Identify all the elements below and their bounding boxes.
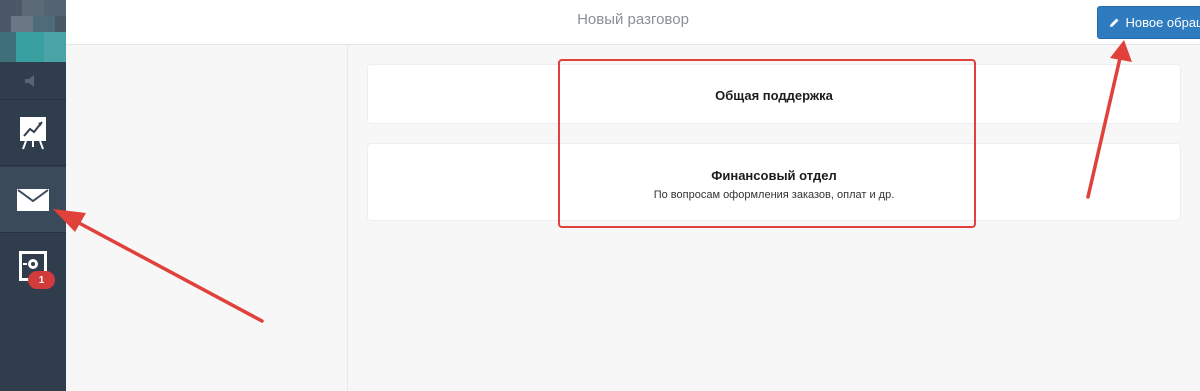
envelope-icon	[17, 188, 49, 211]
app-window: 1 Новый разговор Новое обращение Общая п…	[0, 0, 1200, 391]
volume-toggle[interactable]	[0, 62, 66, 100]
sidebar: 1	[0, 0, 66, 391]
annotation-highlight-box	[558, 59, 976, 228]
sidebar-item-messages[interactable]	[0, 167, 66, 233]
page-title: Новый разговор	[577, 11, 689, 28]
chart-board-icon	[20, 116, 46, 149]
new-request-button[interactable]: Новое обращение	[1097, 6, 1200, 39]
sidebar-item-stats[interactable]	[0, 100, 66, 166]
logo[interactable]	[0, 0, 66, 62]
notification-badge: 1	[28, 271, 55, 289]
pencil-icon	[1110, 18, 1119, 27]
speaker-icon	[25, 74, 34, 87]
sidebar-item-tickets[interactable]	[0, 234, 66, 300]
top-bar: Новый разговор Новое обращение	[66, 0, 1200, 45]
sidebar-footer	[0, 302, 66, 391]
new-request-button-label: Новое обращение	[1125, 15, 1200, 30]
conversation-list-pane	[66, 0, 348, 391]
